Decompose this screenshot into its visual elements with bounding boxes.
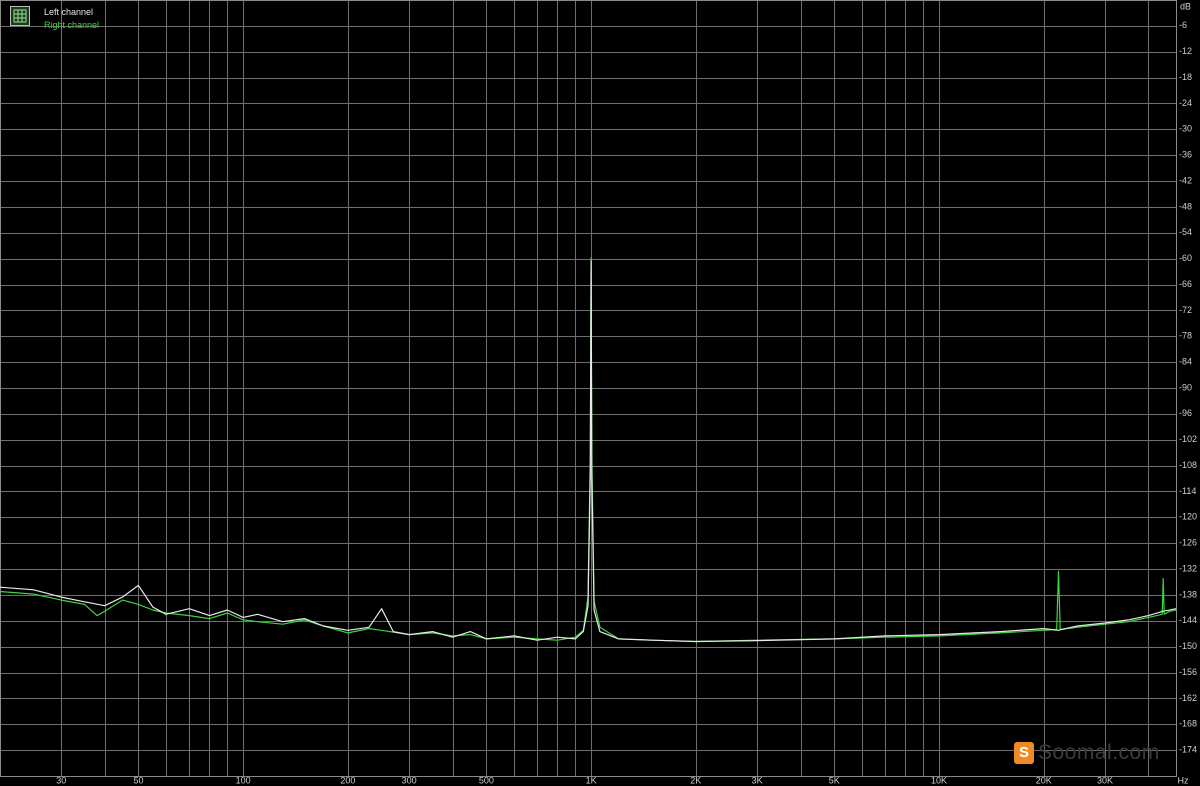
y-tick-label: -138 — [1179, 589, 1197, 599]
y-tick-label: -156 — [1179, 667, 1197, 677]
x-tick-label: 200 — [340, 775, 355, 785]
legend-left-channel: Left channel — [44, 7, 94, 17]
y-tick-label: -114 — [1179, 486, 1196, 496]
spectrum-grid-icon[interactable] — [10, 6, 30, 26]
x-tick-label: 100 — [236, 775, 251, 785]
y-tick-label: -66 — [1179, 279, 1192, 289]
x-tick-label: 20K — [1036, 775, 1052, 785]
y-tick-label: -12 — [1179, 46, 1192, 56]
x-tick-label: 1K — [586, 775, 597, 785]
y-tick-label: -18 — [1179, 72, 1192, 82]
x-unit-label: Hz — [1178, 775, 1189, 785]
y-tick-label: -48 — [1179, 201, 1192, 211]
y-tick-label: -60 — [1179, 253, 1192, 263]
x-tick-label: 5K — [829, 775, 840, 785]
y-tick-label: -132 — [1179, 563, 1197, 573]
y-tick-label: -36 — [1179, 150, 1192, 160]
x-tick-label: 3K — [752, 775, 763, 785]
legend-right-channel: Right channel — [44, 20, 100, 30]
y-tick-label: -96 — [1179, 408, 1192, 418]
x-tick-label: 500 — [479, 775, 494, 785]
series-lines — [0, 257, 1177, 643]
grid-lines — [0, 0, 1177, 777]
x-tick-label: 2K — [690, 775, 701, 785]
y-tick-label: -6 — [1179, 20, 1187, 30]
y-tick-label: -24 — [1179, 98, 1192, 108]
y-tick-label: -54 — [1179, 227, 1192, 237]
y-tick-label: -30 — [1179, 124, 1192, 134]
y-tick-label: -84 — [1179, 357, 1192, 367]
watermark-text: Soomal.com — [1038, 741, 1160, 764]
y-tick-label: -150 — [1179, 641, 1197, 651]
x-tick-label: 10K — [931, 775, 947, 785]
y-tick-label: -90 — [1179, 382, 1192, 392]
spectrum-chart: 30 50 100 200 300 500 1K 2K 3K 5K 10K 20K 30K Hz -6 -12… — [0, 0, 1197, 785]
y-tick-label: -168 — [1179, 719, 1197, 729]
x-tick-label: 50 — [133, 775, 143, 785]
y-tick-label: -144 — [1179, 615, 1197, 625]
y-tick-label: -126 — [1179, 538, 1197, 548]
series-left-channel — [0, 260, 1177, 643]
y-unit-label: dB — [1180, 1, 1191, 11]
y-tick-label: -162 — [1179, 693, 1197, 703]
x-tick-label: 300 — [402, 775, 417, 785]
y-tick-label: -120 — [1179, 512, 1197, 522]
y-tick-label: -174 — [1179, 745, 1197, 755]
y-tick-label: -102 — [1179, 434, 1197, 444]
y-tick-label: -78 — [1179, 331, 1192, 341]
watermark: S Soomal.com — [1014, 741, 1160, 765]
y-tick-label: -42 — [1179, 175, 1192, 185]
x-tick-label: 30 — [56, 775, 66, 785]
soomal-logo-icon: S — [1014, 742, 1034, 764]
y-tick-label: -72 — [1179, 305, 1192, 315]
x-tick-label: 30K — [1097, 775, 1113, 785]
y-tick-label: -108 — [1179, 460, 1197, 470]
